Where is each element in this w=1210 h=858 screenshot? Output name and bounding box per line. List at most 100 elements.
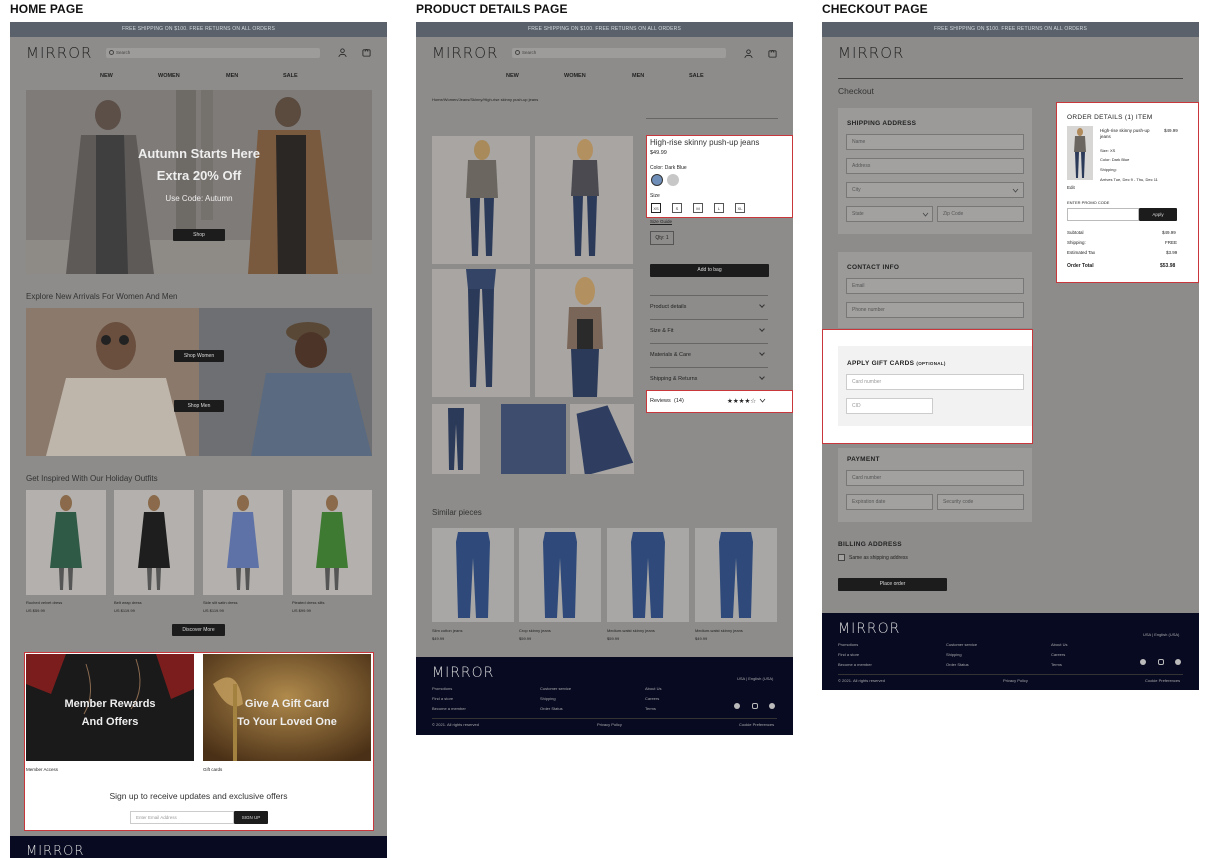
footer-divider — [838, 674, 1183, 675]
nav-new[interactable]: NEW — [100, 73, 113, 79]
privacy-link[interactable]: Privacy Policy — [1003, 678, 1028, 683]
expiration-field[interactable]: Expiration date — [846, 494, 933, 510]
shop-women-button[interactable]: Shop Women — [174, 350, 224, 362]
product-image-detail[interactable] — [432, 269, 530, 397]
cookie-link[interactable]: Cookie Preferences — [1145, 678, 1180, 683]
outfit-card[interactable] — [203, 490, 283, 595]
footer-link[interactable]: Promotions — [838, 642, 858, 647]
account-icon[interactable] — [338, 48, 347, 57]
name-field[interactable]: Name — [846, 134, 1024, 150]
new-arrivals-banner[interactable]: Shop Women Shop Men — [26, 308, 372, 456]
facebook-icon[interactable] — [734, 703, 740, 709]
search-input[interactable]: Search — [512, 48, 726, 58]
brand-logo[interactable]: MIRROR — [432, 44, 498, 62]
nav-sale[interactable]: SALE — [283, 73, 298, 79]
brand-logo[interactable]: MIRROR — [838, 44, 904, 62]
nav-men[interactable]: MEN — [632, 73, 644, 79]
footer-link[interactable]: Become a member — [838, 662, 872, 667]
instagram-icon[interactable] — [752, 703, 758, 709]
similar-item-name[interactable]: Medium-waist skinny jeans — [607, 628, 655, 633]
nav-women[interactable]: WOMEN — [158, 73, 180, 79]
cookie-link[interactable]: Cookie Preferences — [739, 722, 774, 727]
promo-banner: FREE SHIPPING ON $100. FREE RETURNS ON A… — [822, 22, 1199, 37]
footer-link[interactable]: Careers — [645, 696, 659, 701]
accordion-row[interactable]: Product details — [650, 295, 768, 319]
brand-logo[interactable]: MIRROR — [26, 44, 92, 62]
similar-item-name[interactable]: Slim cotton jeans — [432, 628, 462, 633]
facebook-icon[interactable] — [1140, 659, 1146, 665]
highlight-box — [1056, 102, 1199, 283]
footer-link[interactable]: Careers — [1051, 652, 1065, 657]
outfit-name[interactable]: Ruched velvet dress — [26, 600, 62, 605]
outfit-name[interactable]: Pleated dress slits — [292, 600, 324, 605]
nav-new[interactable]: NEW — [506, 73, 519, 79]
search-input[interactable]: Search — [106, 48, 320, 58]
footer-link[interactable]: Customer service — [540, 686, 571, 691]
footer-link[interactable]: Terms — [1051, 662, 1062, 667]
footer-link[interactable]: About Us — [1051, 642, 1067, 647]
hero-shop-button[interactable]: Shop — [173, 229, 225, 241]
accordion-row[interactable]: Materials & Care — [650, 343, 768, 367]
nav-women[interactable]: WOMEN — [564, 73, 586, 79]
pinterest-icon[interactable] — [1175, 659, 1181, 665]
region-select[interactable]: USA | English (USA) — [1143, 632, 1179, 637]
region-select[interactable]: USA | English (USA) — [737, 676, 773, 681]
product-image-front[interactable] — [432, 136, 530, 264]
accordion-row[interactable]: Size & Fit — [650, 319, 768, 343]
add-to-bag-button[interactable]: Add to bag — [650, 264, 769, 277]
security-code-field[interactable]: Security code — [937, 494, 1024, 510]
qty-select[interactable]: Qty: 1 — [650, 231, 674, 245]
address-field[interactable]: Address — [846, 158, 1024, 174]
thumbnail-3[interactable] — [570, 404, 634, 474]
footer-link[interactable]: Order Status — [946, 662, 969, 667]
similar-item-card[interactable] — [607, 528, 689, 622]
bag-icon[interactable] — [362, 48, 371, 57]
footer-link[interactable]: Shipping — [540, 696, 556, 701]
footer-link[interactable]: Find a store — [838, 652, 859, 657]
outfit-name[interactable]: Side slit satin dress — [203, 600, 237, 605]
footer-link[interactable]: Terms — [645, 706, 656, 711]
shop-men-button[interactable]: Shop Men — [174, 400, 224, 412]
breadcrumb[interactable]: Home/Women/Jeans/Skinny/High-rise skinny… — [432, 97, 538, 102]
nav-men[interactable]: MEN — [226, 73, 238, 79]
similar-item-name[interactable]: Crop skinny jeans — [519, 628, 551, 633]
size-guide-link[interactable]: Size Guide — [650, 219, 672, 224]
footer-link[interactable]: Become a member — [432, 706, 466, 711]
similar-item-card[interactable] — [432, 528, 514, 622]
thumbnail-1[interactable] — [432, 404, 480, 474]
place-order-button[interactable]: Place order — [838, 578, 947, 591]
state-select[interactable]: State — [846, 206, 933, 222]
outfit-card[interactable] — [114, 490, 194, 595]
footer-link[interactable]: Find a store — [432, 696, 453, 701]
outfit-card[interactable] — [26, 490, 106, 595]
privacy-link[interactable]: Privacy Policy — [597, 722, 622, 727]
same-address-checkbox[interactable] — [838, 554, 845, 561]
account-icon[interactable] — [744, 49, 753, 58]
footer-link[interactable]: Customer service — [946, 642, 977, 647]
discover-more-button[interactable]: Discover More — [172, 624, 225, 636]
product-image-back[interactable] — [535, 136, 633, 264]
footer-logo: MIRROR — [26, 844, 85, 858]
product-image-side[interactable] — [535, 269, 633, 397]
similar-item-card[interactable] — [519, 528, 601, 622]
outfit-name[interactable]: Belt wrap dress — [114, 600, 142, 605]
thumbnail-2[interactable] — [501, 404, 566, 474]
outfit-card[interactable] — [292, 490, 372, 595]
footer-link[interactable]: About Us — [645, 686, 661, 691]
pinterest-icon[interactable] — [769, 703, 775, 709]
similar-item-name[interactable]: Medium-waist skinny jeans — [695, 628, 743, 633]
hero-banner[interactable]: Autumn Starts Here Extra 20% Off Use Cod… — [26, 90, 372, 274]
bag-icon[interactable] — [768, 49, 777, 58]
footer-link[interactable]: Promotions — [432, 686, 452, 691]
instagram-icon[interactable] — [1158, 659, 1164, 665]
phone-field[interactable]: Phone number — [846, 302, 1024, 318]
similar-item-card[interactable] — [695, 528, 777, 622]
email-field[interactable]: Email — [846, 278, 1024, 294]
city-select[interactable]: City — [846, 182, 1024, 198]
nav-sale[interactable]: SALE — [689, 73, 704, 79]
footer-link[interactable]: Shipping — [946, 652, 962, 657]
accordion-row[interactable]: Shipping & Returns — [650, 367, 768, 391]
card-number-field[interactable]: Card number — [846, 470, 1024, 486]
footer-link[interactable]: Order Status — [540, 706, 563, 711]
zip-field[interactable]: Zip Code — [937, 206, 1024, 222]
